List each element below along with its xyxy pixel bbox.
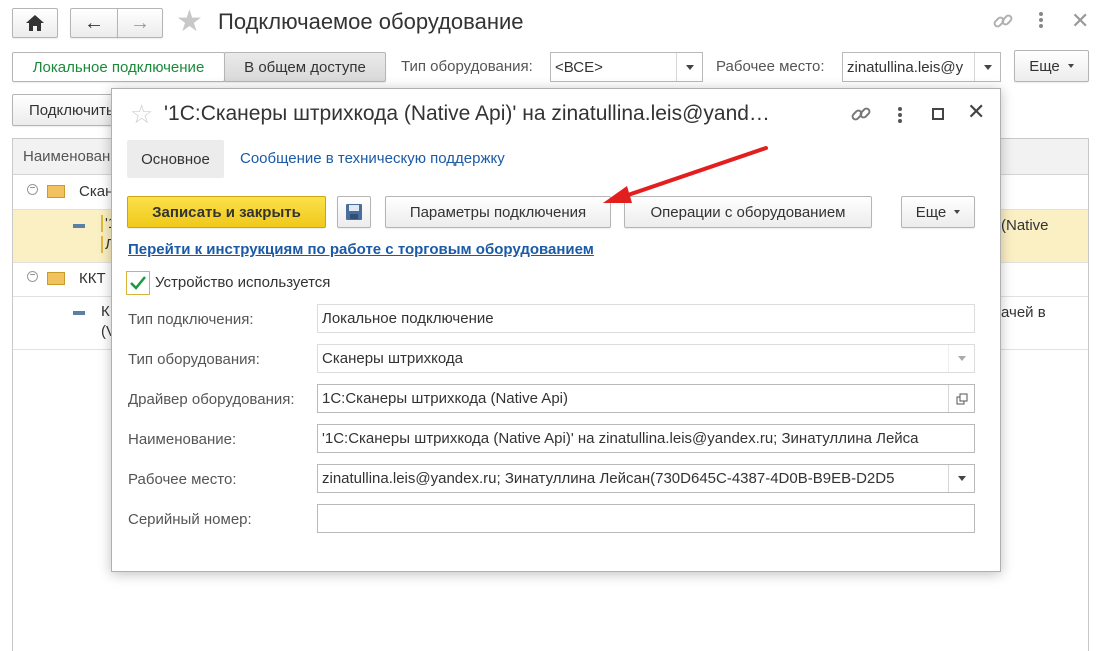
annotation-arrow-icon [603, 146, 768, 203]
